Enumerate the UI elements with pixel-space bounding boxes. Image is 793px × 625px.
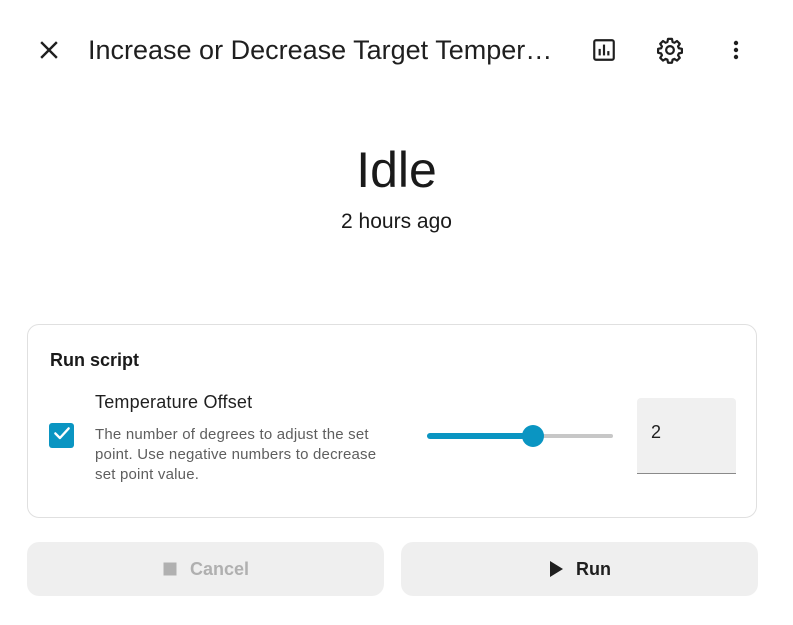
entity-state: Idle xyxy=(356,142,437,198)
field-label: Temperature Offset xyxy=(95,392,253,412)
dialog-header: Increase or Decrease Target Temperature xyxy=(0,0,793,104)
stop-icon xyxy=(162,561,178,577)
close-button[interactable] xyxy=(27,30,71,74)
run-button[interactable]: Run xyxy=(401,542,758,596)
card-title: Run script xyxy=(50,350,140,370)
close-icon xyxy=(37,38,61,67)
slider-handle[interactable] xyxy=(522,425,545,447)
field-enable-checkbox[interactable] xyxy=(49,423,74,448)
more-info-dialog: Increase or Decrease Target Temperature xyxy=(0,0,793,625)
dialog-title: Increase or Decrease Target Temperature xyxy=(88,35,566,65)
play-icon xyxy=(548,560,564,578)
temperature-offset-slider[interactable] xyxy=(425,423,615,449)
history-button[interactable] xyxy=(582,30,626,74)
slider-fill xyxy=(427,433,534,439)
cancel-label: Cancel xyxy=(189,558,250,579)
run-label: Run xyxy=(576,558,611,579)
check-icon xyxy=(52,423,72,448)
settings-button[interactable] xyxy=(648,30,692,74)
more-vertical-icon xyxy=(724,38,748,67)
cancel-button[interactable]: Cancel xyxy=(27,542,384,596)
temperature-offset-field[interactable] xyxy=(637,398,736,474)
gear-icon xyxy=(656,36,684,69)
temperature-offset-input[interactable] xyxy=(651,422,721,443)
more-options-button[interactable] xyxy=(714,30,758,74)
chart-bar-icon xyxy=(591,37,617,68)
field-description: The number of degrees to adjust the set … xyxy=(95,426,377,483)
last-changed-time: 2 hours ago xyxy=(341,210,452,233)
run-script-card: Run script Temperature Offset The number… xyxy=(27,324,757,518)
